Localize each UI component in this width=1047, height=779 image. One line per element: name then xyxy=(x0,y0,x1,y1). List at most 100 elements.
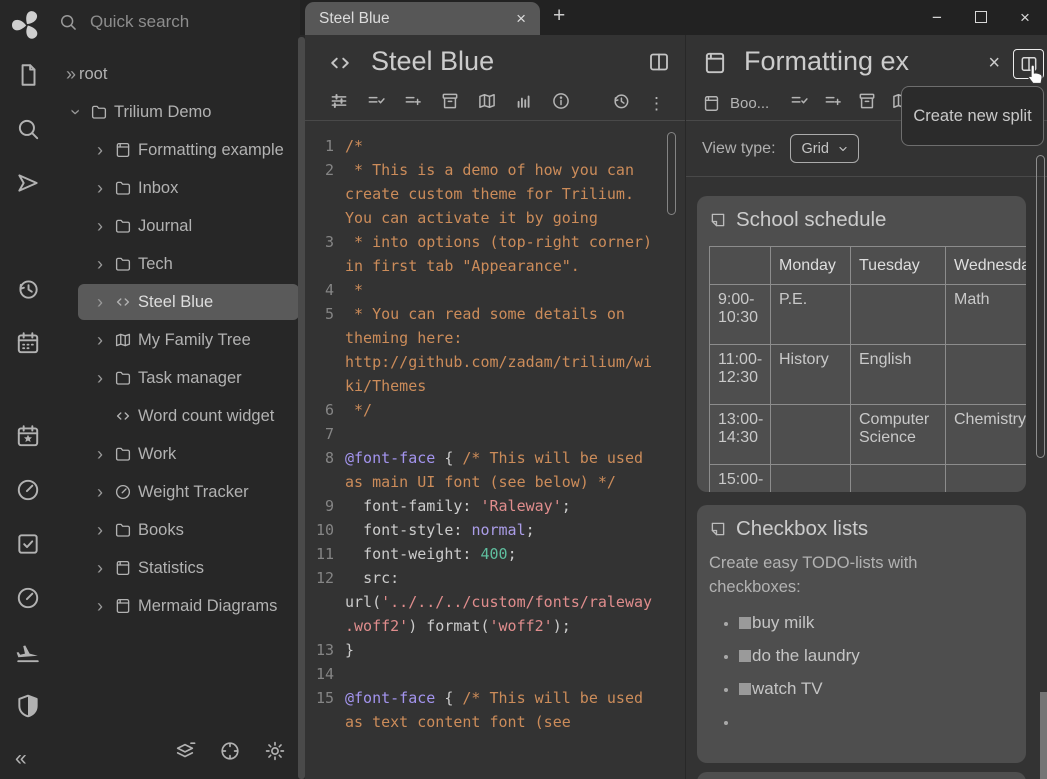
more-options-button[interactable]: ⋮ xyxy=(648,99,665,109)
launcher-recent-changes-button[interactable] xyxy=(0,262,55,316)
collapse-tree-button[interactable]: « xyxy=(15,747,27,771)
new-tab-button[interactable]: + xyxy=(553,4,565,28)
tree-item-steel-blue[interactable]: ›Steel Blue xyxy=(55,283,300,321)
chevron-right-icon[interactable]: › xyxy=(92,180,108,196)
note-title-right[interactable]: Formatting ex xyxy=(744,46,969,77)
launcher-jump-to-note-button[interactable] xyxy=(0,156,55,210)
chevron-right-icon[interactable]: › xyxy=(92,522,108,538)
chevron-right-icon[interactable]: › xyxy=(92,560,108,576)
map-icon xyxy=(477,91,497,111)
checkbox[interactable] xyxy=(739,617,751,629)
tree-item-books[interactable]: ›Books xyxy=(55,511,300,549)
chevron-right-icon[interactable]: › xyxy=(92,598,108,614)
scroll-to-active-note-button[interactable] xyxy=(219,740,241,767)
card-title-checkbox-lists[interactable]: Checkbox lists xyxy=(709,517,1014,541)
tree-item-statistics[interactable]: ›Statistics xyxy=(55,549,300,587)
launcher-search-button[interactable] xyxy=(0,102,55,156)
table-row: 11:00-12:30HistoryEnglish xyxy=(710,345,1027,405)
note-icon xyxy=(709,520,727,538)
chevron-right-icon[interactable]: › xyxy=(92,256,108,272)
right-pane-scrollbar[interactable] xyxy=(1036,155,1045,458)
chevron-right-icon[interactable]: › xyxy=(92,332,108,348)
gauge-icon xyxy=(114,483,132,501)
tree-scrollbar[interactable] xyxy=(298,37,305,779)
editor-line: 15 @font-face { /* This will be used as … xyxy=(305,686,685,734)
tab-close-icon[interactable]: × xyxy=(516,9,526,29)
launcher-protected-session-button[interactable] xyxy=(0,679,55,733)
tree-item-label: Tech xyxy=(138,255,173,274)
editor-scrollbar[interactable] xyxy=(667,132,676,215)
launcher-calendar-button[interactable] xyxy=(0,316,55,370)
editor-line: 10 font-style: normal; xyxy=(305,518,685,542)
layers-minus-button[interactable] xyxy=(174,740,196,767)
editor-line: 14 xyxy=(305,662,685,686)
tree-item-weight-tracker[interactable]: ›Weight Tracker xyxy=(55,473,300,511)
tree-item-word-count-widget[interactable]: Word count widget xyxy=(55,397,300,435)
ribbon-basic-properties-button[interactable] xyxy=(329,91,349,116)
chevron-right-icon[interactable]: › xyxy=(92,142,108,158)
launcher-new-note-button[interactable] xyxy=(0,48,55,102)
note-tree-panel: Quick search »root › Trilium Demo ›Format… xyxy=(55,0,300,779)
minimize-button[interactable]: − xyxy=(915,8,959,28)
view-type-label: View type: xyxy=(702,140,776,158)
table-cell: English xyxy=(851,345,946,405)
tab-steel-blue[interactable]: Steel Blue × xyxy=(305,2,540,35)
close-split-button[interactable]: × xyxy=(988,52,1000,75)
ribbon-inherited-attributes-button[interactable] xyxy=(823,91,843,116)
ribbon-note-map-button[interactable] xyxy=(477,91,497,116)
launcher-weight-tracker-button[interactable] xyxy=(0,571,55,625)
ribbon-owned-attributes-button[interactable] xyxy=(789,91,809,116)
chevron-right-icon[interactable]: › xyxy=(92,446,108,462)
tree-item-label: My Family Tree xyxy=(138,331,251,350)
close-window-button[interactable]: × xyxy=(1003,8,1047,28)
ribbon-note-paths-button[interactable] xyxy=(440,91,460,116)
quick-search-input[interactable]: Quick search xyxy=(58,12,189,32)
table-cell xyxy=(851,465,946,493)
window-scrollbar[interactable] xyxy=(1040,692,1047,779)
settings-button[interactable] xyxy=(264,740,286,767)
tree-item-root[interactable]: »root xyxy=(55,55,300,93)
view-type-select[interactable]: Grid xyxy=(790,134,859,163)
ribbon-note-info-button[interactable] xyxy=(551,91,571,116)
chevron-right-icon[interactable]: › xyxy=(92,370,108,386)
ribbon-owned-attributes-button[interactable] xyxy=(366,91,386,116)
tree-item-trilium-demo[interactable]: › Trilium Demo xyxy=(55,93,300,131)
book-icon xyxy=(114,559,132,577)
checkbox[interactable] xyxy=(739,683,751,695)
checkbox[interactable] xyxy=(739,650,751,662)
launcher-travel-button[interactable] xyxy=(0,625,55,679)
tree-item-mermaid-diagrams[interactable]: ›Mermaid Diagrams xyxy=(55,587,300,625)
tree-item-work[interactable]: ›Work xyxy=(55,435,300,473)
tree-item-label: Trilium Demo xyxy=(114,103,211,122)
launcher-today-journal-button[interactable] xyxy=(0,409,55,463)
ribbon-tab-book-properties[interactable]: Boo... xyxy=(702,94,769,113)
chevrons-right-icon[interactable]: » xyxy=(63,66,79,82)
tree-item-task-manager[interactable]: ›Task manager xyxy=(55,359,300,397)
launcher-task-manager-button[interactable] xyxy=(0,517,55,571)
launcher-dashboard-button[interactable] xyxy=(0,463,55,517)
code-editor[interactable]: 1 /* 2 * This is a demo of how you can c… xyxy=(305,122,685,779)
create-split-button-left[interactable] xyxy=(647,50,671,74)
search-icon xyxy=(15,116,41,142)
chevron-down-icon[interactable]: › xyxy=(68,104,84,120)
card-title-school-schedule[interactable]: School schedule xyxy=(709,208,1014,232)
ribbon-inherited-attributes-button[interactable] xyxy=(403,91,423,116)
tree-item-journal[interactable]: ›Journal xyxy=(55,207,300,245)
chevron-right-icon[interactable]: › xyxy=(92,484,108,500)
ribbon-similar-notes-button[interactable] xyxy=(514,91,534,116)
chevron-right-icon[interactable]: › xyxy=(92,218,108,234)
gauge-icon xyxy=(15,585,41,611)
tree-item-formatting-example[interactable]: ›Formatting example xyxy=(55,131,300,169)
note-title-left[interactable]: Steel Blue xyxy=(371,46,494,77)
editor-line: 3 * into options (top-right corner) in f… xyxy=(305,230,685,278)
tree-item-my-family-tree[interactable]: › My Family Tree xyxy=(55,321,300,359)
table-cell xyxy=(771,405,851,465)
card-title-text: School schedule xyxy=(736,208,886,232)
tree-item-tech[interactable]: › Tech xyxy=(55,245,300,283)
table-row: 15:00- xyxy=(710,465,1027,493)
ribbon-revisions-button[interactable] xyxy=(611,91,631,116)
ribbon-note-paths-button[interactable] xyxy=(857,91,877,116)
tree-item-inbox[interactable]: ›Inbox xyxy=(55,169,300,207)
maximize-button[interactable] xyxy=(959,8,1003,28)
chevron-right-icon[interactable]: › xyxy=(92,294,108,310)
